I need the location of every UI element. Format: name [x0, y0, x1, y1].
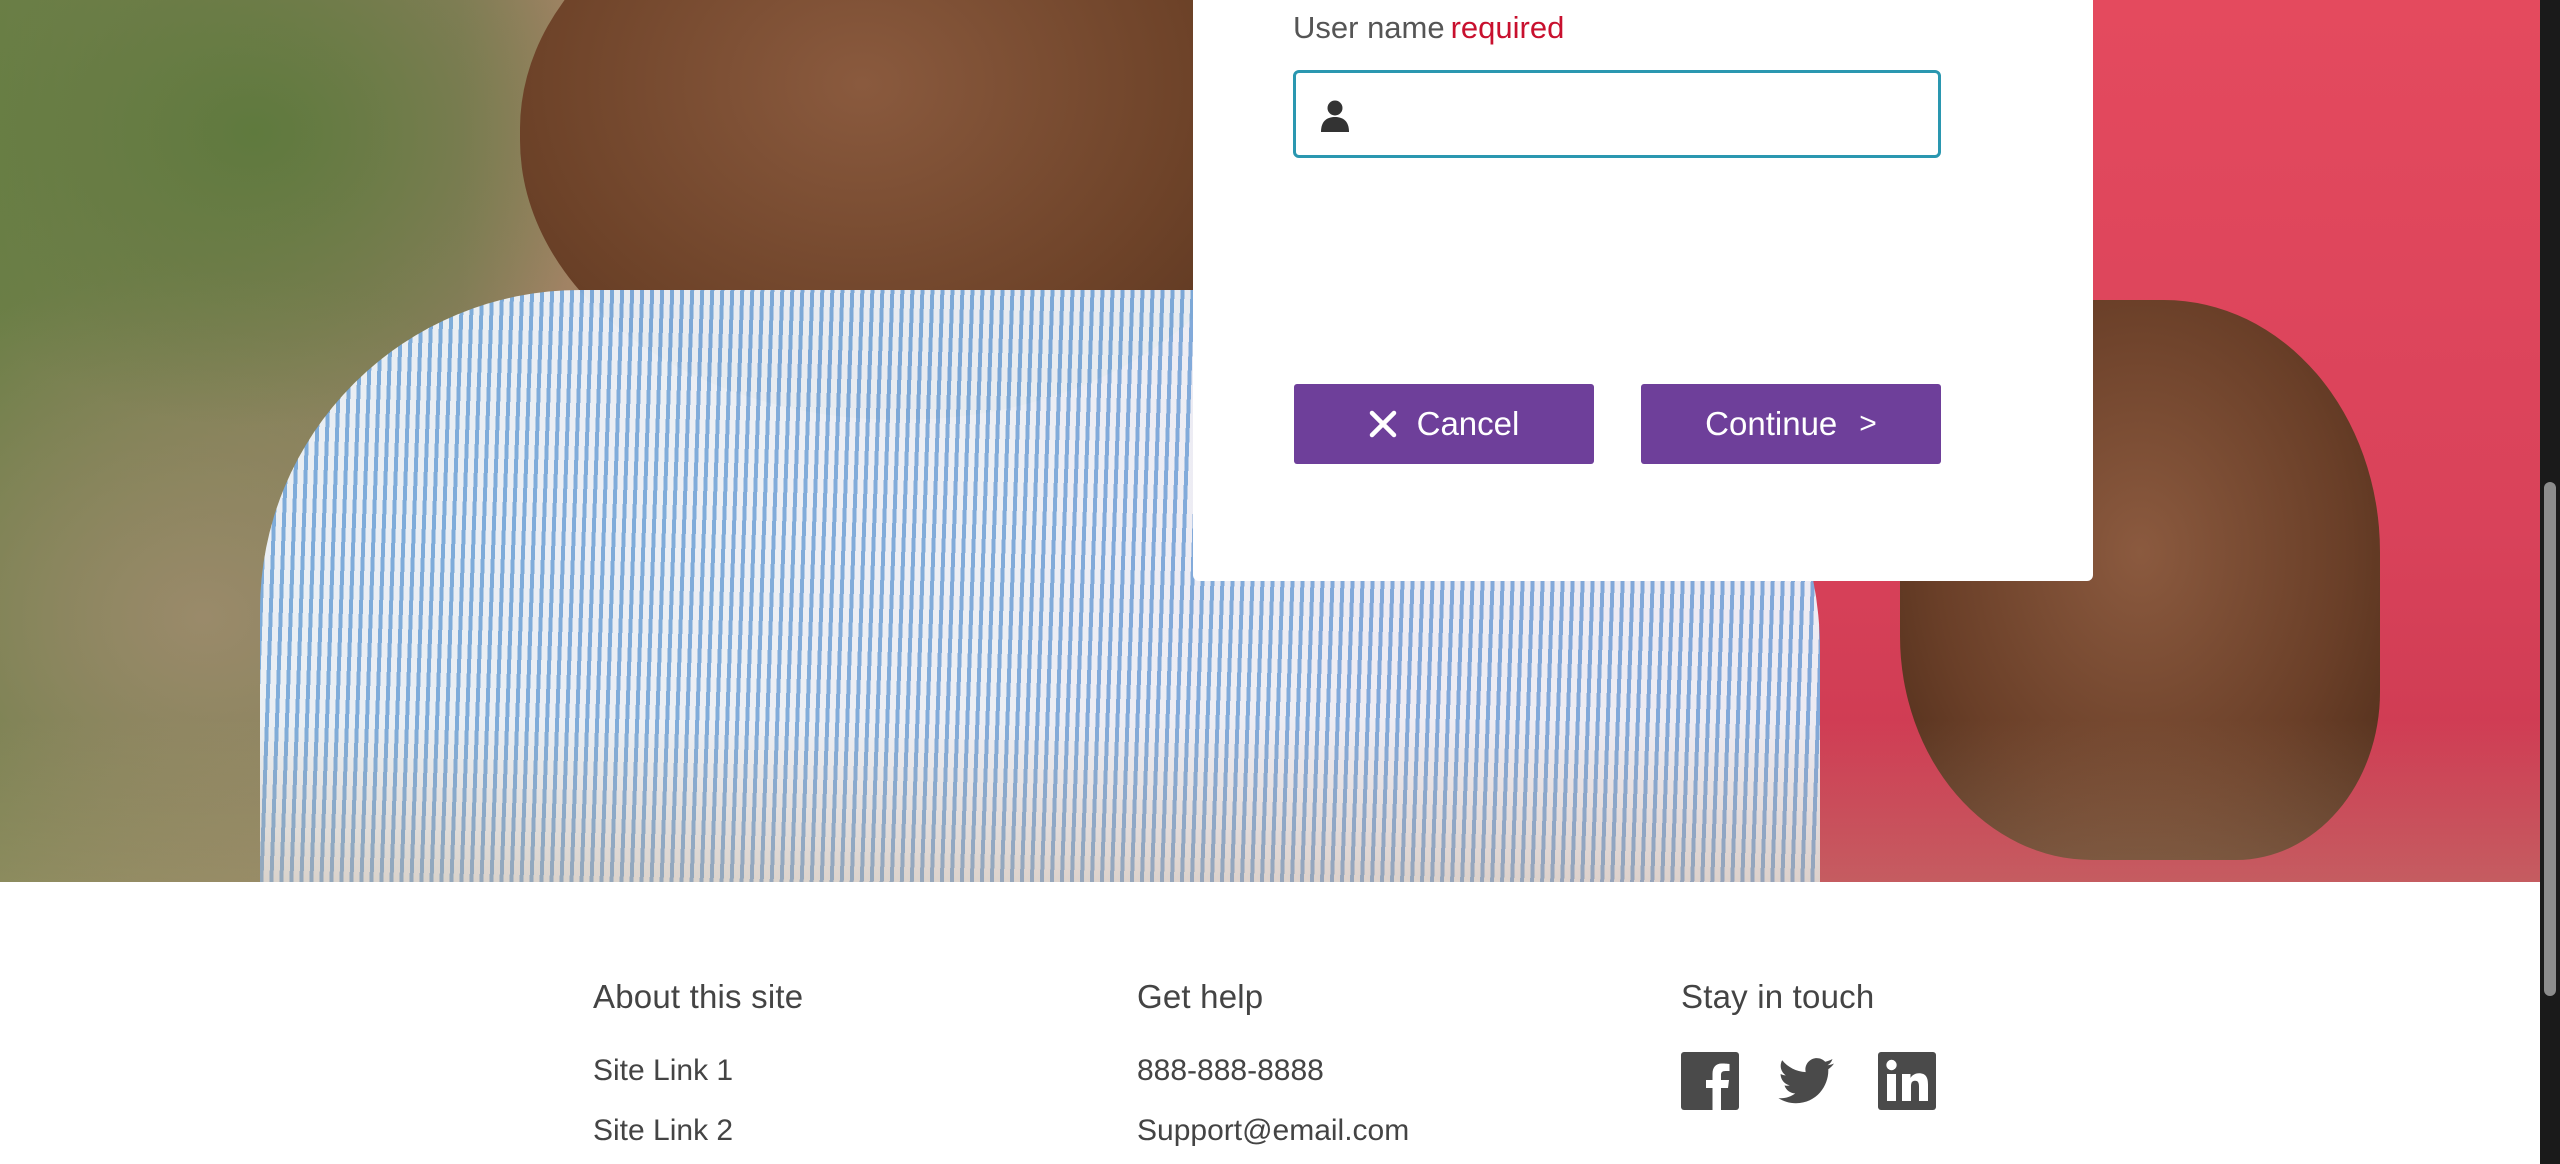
footer-site-link-1[interactable]: Site Link 1 — [593, 1054, 733, 1088]
footer-help-section: Get help 888-888-8888 Support@email.com — [1137, 978, 1409, 1147]
cancel-button[interactable]: Cancel — [1294, 384, 1594, 464]
login-form-card: User name required Cancel Continue > — [1193, 0, 2093, 581]
page-scrollbar[interactable] — [2540, 0, 2560, 1164]
footer-phone-link[interactable]: 888-888-8888 — [1137, 1054, 1324, 1088]
scrollbar-thumb[interactable] — [2544, 482, 2556, 996]
hero-photo-ground — [0, 720, 2540, 882]
continue-button[interactable]: Continue > — [1641, 384, 1941, 464]
cancel-button-label: Cancel — [1416, 405, 1520, 442]
chevron-right-icon: > — [1859, 407, 1877, 440]
required-indicator: required — [1450, 10, 1565, 45]
close-icon — [1369, 410, 1396, 438]
twitter-link[interactable] — [1777, 1052, 1835, 1110]
user-icon — [1321, 100, 1349, 132]
username-label: User name required — [1293, 10, 1564, 46]
linkedin-link[interactable] — [1878, 1052, 1936, 1110]
linkedin-icon — [1878, 1052, 1936, 1110]
footer-help-heading: Get help — [1137, 978, 1264, 1015]
footer-email-link[interactable]: Support@email.com — [1137, 1114, 1409, 1148]
footer-about-section: About this site Site Link 1 Site Link 2 — [593, 978, 804, 1147]
username-label-text: User name — [1293, 10, 1445, 45]
facebook-link[interactable] — [1681, 1052, 1739, 1110]
username-input[interactable] — [1368, 73, 1932, 157]
site-footer: About this site Site Link 1 Site Link 2 … — [0, 882, 2540, 1164]
footer-touch-heading: Stay in touch — [1681, 978, 1875, 1015]
continue-button-label: Continue — [1705, 405, 1838, 442]
facebook-icon — [1681, 1052, 1739, 1110]
footer-site-link-2[interactable]: Site Link 2 — [593, 1114, 733, 1148]
footer-about-heading: About this site — [593, 978, 804, 1015]
footer-touch-section: Stay in touch — [1681, 978, 1936, 1110]
twitter-icon — [1778, 1058, 1834, 1104]
username-field[interactable] — [1293, 70, 1941, 158]
